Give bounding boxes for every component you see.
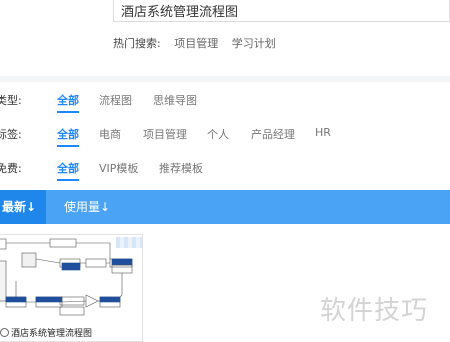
sort-usage-button[interactable]: 使用量↓: [64, 190, 110, 224]
divider: [0, 76, 450, 82]
filter-option-personal[interactable]: 个人: [207, 126, 229, 142]
flowchart-preview-image: [0, 238, 133, 316]
template-thumbnail[interactable]: [0, 235, 142, 323]
template-card[interactable]: 酒店系统管理流程图: [0, 234, 143, 342]
template-icon: [0, 328, 9, 337]
hot-search-keyword[interactable]: 项目管理: [174, 37, 218, 50]
hot-search-label: 热门搜索:: [113, 37, 161, 50]
hot-search: 热门搜索: 项目管理 学习计划: [113, 35, 276, 51]
filter-option-mindmap[interactable]: 思维导图: [153, 92, 197, 108]
filter-option-project-management[interactable]: 项目管理: [143, 126, 187, 142]
filter-option-flowchart[interactable]: 流程图: [99, 92, 132, 108]
filter-category-label: 免费:: [0, 162, 22, 175]
search-input-value: 酒店系统管理流程图: [121, 5, 239, 20]
watermark: 软件技巧: [320, 296, 429, 326]
search-area: 酒店系统管理流程图 热门搜索: 项目管理 学习计划: [0, 0, 450, 76]
filter-row-type: 类型: 全部 流程图 思维导图: [0, 88, 450, 113]
hot-search-keyword[interactable]: 学习计划: [232, 37, 276, 50]
template-card-title-row[interactable]: 酒店系统管理流程图: [0, 326, 92, 339]
sort-bar: 最新↓ 使用量↓: [0, 190, 450, 224]
filter-row-free: 免费: 全部 VIP模板 推荐模板: [0, 156, 450, 181]
filter-row-tags: 标签: 全部 电商 项目管理 个人 产品经理 HR: [0, 122, 450, 147]
filter-option-vip[interactable]: VIP模板: [99, 160, 138, 176]
filter-category-label: 类型:: [0, 94, 22, 107]
filter-option-recommended[interactable]: 推荐模板: [159, 160, 203, 176]
template-card-title: 酒店系统管理流程图: [11, 329, 93, 339]
filter-option-all[interactable]: 全部: [57, 126, 79, 147]
filter-option-product-manager[interactable]: 产品经理: [251, 126, 295, 142]
filter-option-all[interactable]: 全部: [57, 92, 79, 113]
filter-option-hr[interactable]: HR: [315, 126, 331, 139]
filter-option-ecommerce[interactable]: 电商: [99, 126, 121, 142]
sort-latest-button[interactable]: 最新↓: [0, 190, 46, 224]
filter-option-all[interactable]: 全部: [57, 160, 79, 181]
search-input[interactable]: 酒店系统管理流程图: [113, 0, 450, 22]
filter-category-label: 标签:: [0, 128, 22, 141]
blurred-badge: [116, 237, 142, 248]
